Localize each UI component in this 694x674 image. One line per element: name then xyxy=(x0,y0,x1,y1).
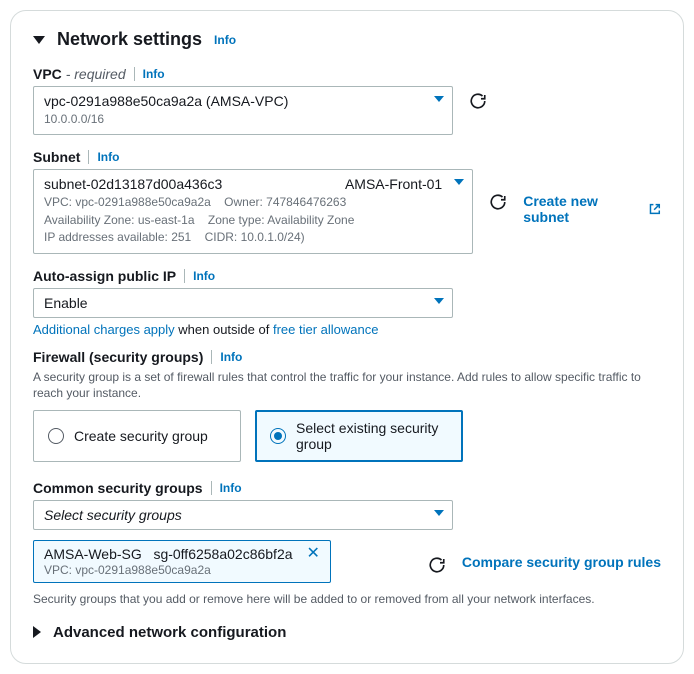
network-settings-panel: Network settings Info VPC - required Inf… xyxy=(10,10,684,664)
compare-sg-link[interactable]: Compare security group rules xyxy=(462,554,661,570)
info-link-sg[interactable]: Info xyxy=(220,481,242,495)
freetier-link[interactable]: free tier allowance xyxy=(273,322,379,337)
info-link-vpc[interactable]: Info xyxy=(143,67,165,81)
radio-icon xyxy=(270,428,286,444)
vpc-value: vpc-0291a988e50ca9a2a (AMSA-VPC) xyxy=(44,93,422,109)
autoip-label-row: Auto-assign public IP Info xyxy=(33,268,661,284)
sg-token-id: sg-0ff6258a02c86bf2a xyxy=(153,546,292,562)
external-link-icon xyxy=(649,203,661,215)
autoip-charges-note: Additional charges apply when outside of… xyxy=(33,322,661,337)
firewall-label-row: Firewall (security groups) Info xyxy=(33,349,661,365)
collapse-caret-icon xyxy=(33,36,45,44)
vpc-cidr: 10.0.0.0/16 xyxy=(44,111,422,128)
autoip-label: Auto-assign public IP xyxy=(33,268,176,284)
chevron-down-icon xyxy=(434,298,444,304)
divider xyxy=(88,150,89,164)
radio-icon xyxy=(48,428,64,444)
autoip-select[interactable]: Enable xyxy=(33,288,453,318)
sg-footer-note: Security groups that you add or remove h… xyxy=(33,591,661,608)
divider xyxy=(211,350,212,364)
info-link-autoip[interactable]: Info xyxy=(193,269,215,283)
divider xyxy=(134,67,135,81)
sg-token-name: AMSA-Web-SG xyxy=(44,546,142,562)
vpc-select[interactable]: vpc-0291a988e50ca9a2a (AMSA-VPC) 10.0.0.… xyxy=(33,86,453,135)
create-subnet-link[interactable]: Create new subnet xyxy=(523,193,661,225)
sg-label-row: Common security groups Info xyxy=(33,480,661,496)
advanced-toggle[interactable]: Advanced network configuration xyxy=(33,624,661,641)
section-header[interactable]: Network settings Info xyxy=(33,29,661,50)
charges-link[interactable]: Additional charges apply xyxy=(33,322,175,337)
chevron-down-icon xyxy=(434,96,444,102)
chevron-down-icon xyxy=(454,179,464,185)
radio-create-label: Create security group xyxy=(74,428,208,444)
close-icon[interactable]: ✕ xyxy=(305,546,322,562)
info-link-header[interactable]: Info xyxy=(214,33,236,47)
sg-placeholder: Select security groups xyxy=(44,507,422,523)
subnet-label-row: Subnet Info xyxy=(33,149,661,165)
radio-create-sg[interactable]: Create security group xyxy=(33,410,241,462)
firewall-label: Firewall (security groups) xyxy=(33,349,203,365)
autoip-value: Enable xyxy=(44,295,422,311)
sg-select[interactable]: Select security groups xyxy=(33,500,453,530)
vpc-required: - required xyxy=(66,66,126,82)
firewall-desc: A security group is a set of firewall ru… xyxy=(33,369,661,403)
refresh-icon[interactable] xyxy=(469,92,487,110)
vpc-label: VPC xyxy=(33,66,62,82)
section-title: Network settings xyxy=(57,29,202,50)
subnet-select[interactable]: subnet-02d13187d00a436c3 AMSA-Front-01 V… xyxy=(33,169,473,253)
advanced-title: Advanced network configuration xyxy=(53,624,286,641)
divider xyxy=(184,269,185,283)
info-link-subnet[interactable]: Info xyxy=(97,150,119,164)
subnet-meta: VPC: vpc-0291a988e50ca9a2a Owner: 747846… xyxy=(44,194,442,246)
subnet-name: AMSA-Front-01 xyxy=(345,176,442,192)
chevron-down-icon xyxy=(434,510,444,516)
info-link-firewall[interactable]: Info xyxy=(220,350,242,364)
radio-existing-label: Select existing security group xyxy=(296,420,448,452)
radio-existing-sg[interactable]: Select existing security group xyxy=(255,410,463,462)
divider xyxy=(211,481,212,495)
refresh-icon[interactable] xyxy=(489,193,507,211)
vpc-label-row: VPC - required Info xyxy=(33,66,661,82)
expand-caret-icon xyxy=(33,626,41,638)
refresh-icon[interactable] xyxy=(428,556,446,574)
sg-label: Common security groups xyxy=(33,480,203,496)
sg-token: AMSA-Web-SG sg-0ff6258a02c86bf2a VPC: vp… xyxy=(33,540,331,583)
sg-token-vpc: VPC: vpc-0291a988e50ca9a2a xyxy=(44,563,293,577)
subnet-label: Subnet xyxy=(33,149,80,165)
